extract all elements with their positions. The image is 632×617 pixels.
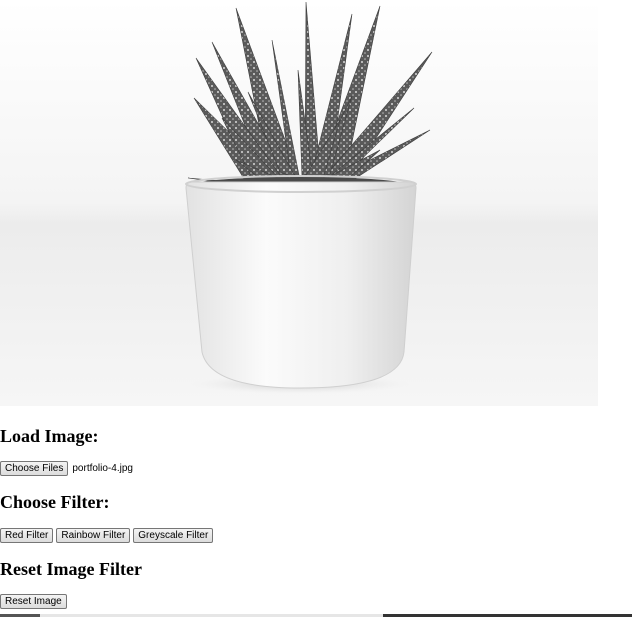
reset-row: Reset Image	[0, 594, 70, 609]
red-filter-button[interactable]: Red Filter	[0, 528, 54, 543]
selected-file-name: portfolio-4.jpg	[72, 463, 133, 474]
file-input[interactable]: Choose Files portfolio-4.jpg	[0, 461, 133, 476]
greyscale-filter-button[interactable]: Greyscale Filter	[133, 528, 214, 543]
choose-files-button[interactable]: Choose Files	[0, 461, 69, 476]
rainbow-filter-button[interactable]: Rainbow Filter	[56, 528, 131, 543]
page: Load Image: Choose Files portfolio-4.jpg…	[0, 0, 632, 617]
reset-image-button[interactable]: Reset Image	[0, 594, 67, 609]
plant-image	[0, 0, 598, 406]
load-image-heading: Load Image:	[0, 426, 99, 446]
filter-buttons: Red Filter Rainbow Filter Greyscale Filt…	[0, 528, 216, 543]
choose-filter-heading: Choose Filter:	[0, 492, 110, 512]
image-canvas	[0, 0, 598, 406]
reset-filter-heading: Reset Image Filter	[0, 559, 142, 579]
